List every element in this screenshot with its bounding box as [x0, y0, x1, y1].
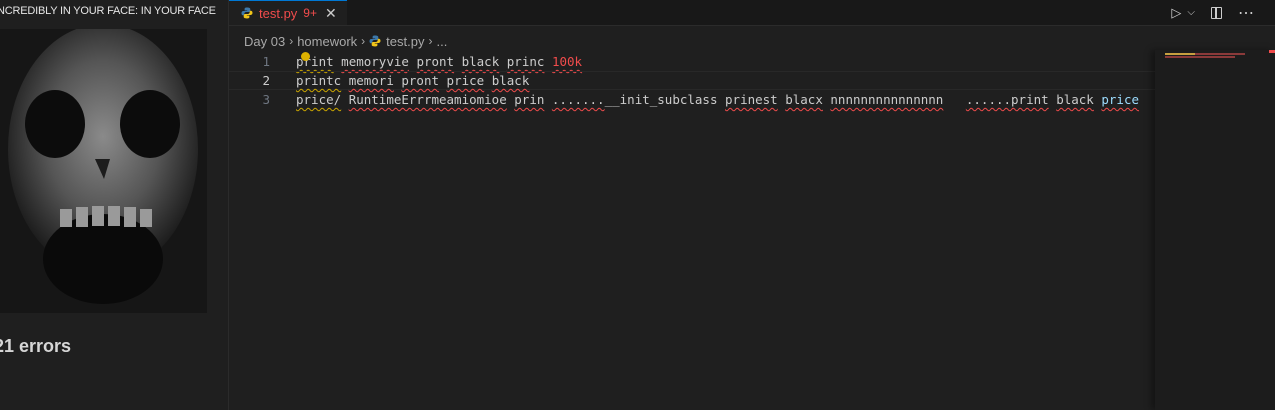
code-line[interactable]: 3 price/ RuntimeErrrmeamiomioe prin .....… [229, 90, 1155, 109]
breadcrumb: Day 03 › homework › test.py › ... [244, 32, 447, 50]
skull-image [0, 29, 207, 313]
meme-caption: NCREDIBLY IN YOUR FACE: IN YOUR FACE [0, 5, 216, 17]
meme-panel: NCREDIBLY IN YOUR FACE: IN YOUR FACE 21 … [0, 0, 229, 410]
code-line[interactable]: 2 printc memori pront price black [229, 71, 1155, 90]
minimap-line [1195, 53, 1245, 55]
split-editor-icon[interactable] [1211, 6, 1222, 19]
code-token: prin [514, 92, 545, 107]
chevron-right-icon: › [428, 34, 433, 48]
breadcrumb-item-homework[interactable]: homework [297, 34, 357, 49]
lightbulb-icon[interactable] [301, 52, 310, 61]
tab-bar: test.py 9+ ✕ ▷ ⌵ ⋯ [229, 0, 1275, 26]
line-number: 3 [262, 92, 270, 107]
code-token: pront [416, 54, 455, 69]
code-text: price/ RuntimeErrrmeamiomioe prin ......… [296, 92, 1139, 107]
problem-count-badge: 9+ [303, 6, 317, 20]
code-token: price [1101, 92, 1140, 107]
code-token: nnnnnnnnnnnnnnn [830, 92, 944, 107]
chevron-down-icon[interactable]: ⌵ [1187, 7, 1195, 18]
breadcrumb-item-symbols[interactable]: ... [436, 34, 447, 49]
code-token: memori [348, 73, 394, 88]
code-editor[interactable]: 1 print memoryvie pront black princ 100k 2… [229, 50, 1155, 410]
code-token: black [461, 54, 500, 69]
editor-actions: ▷ ⌵ ⋯ [1171, 0, 1255, 25]
code-token: price [446, 73, 485, 88]
error-scroll-marker [1269, 50, 1275, 53]
code-text: print memoryvie pront black princ 100k [296, 54, 582, 69]
code-token: RuntimeErrrmeamiomioe [348, 92, 507, 107]
code-token: price/ [296, 92, 342, 107]
breadcrumb-item-file[interactable]: test.py [386, 34, 424, 49]
minimap-line [1165, 56, 1235, 58]
code-token: black [1056, 92, 1094, 107]
minimap[interactable] [1155, 50, 1275, 410]
tab-test-py[interactable]: test.py 9+ ✕ [229, 0, 347, 25]
code-token: 100k [551, 54, 583, 69]
code-token: printc [296, 73, 342, 88]
code-token: __init_subclass [604, 92, 718, 107]
code-text: printc memori pront price black [296, 73, 529, 88]
line-number: 1 [262, 54, 270, 69]
code-token: ....... [551, 92, 605, 107]
python-file-icon [241, 7, 253, 19]
line-number: 2 [262, 73, 270, 88]
run-icon[interactable]: ▷ [1171, 5, 1181, 21]
code-token: ......print [965, 92, 1049, 107]
breadcrumb-item-day03[interactable]: Day 03 [244, 34, 285, 49]
code-token: memoryvie [341, 54, 409, 69]
code-token: prinest [725, 92, 778, 107]
minimap-line [1165, 53, 1195, 55]
more-actions-icon[interactable]: ⋯ [1238, 3, 1255, 23]
code-token: pront [401, 73, 440, 88]
close-icon[interactable]: ✕ [325, 5, 337, 22]
code-token: princ [506, 54, 545, 69]
code-token: black [491, 73, 530, 88]
tab-filename: test.py [259, 5, 298, 21]
error-count-text: 21 errors [0, 336, 72, 356]
code-token: blacx [785, 92, 823, 107]
chevron-right-icon: › [361, 34, 366, 48]
chevron-right-icon: › [289, 34, 294, 48]
python-file-icon [369, 35, 381, 47]
code-line[interactable]: 1 print memoryvie pront black princ 100k [229, 52, 1155, 71]
